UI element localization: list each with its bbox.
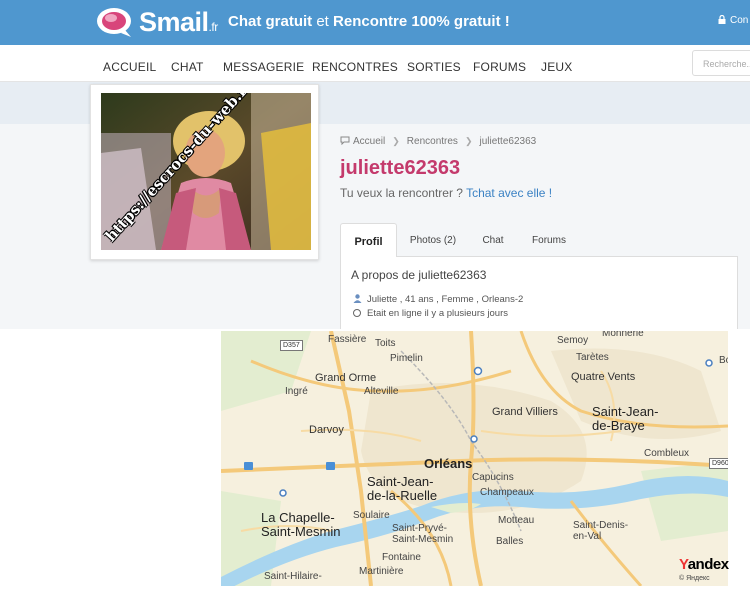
- breadcrumb-current: juliette62363: [479, 136, 537, 147]
- location-map[interactable]: D357 D960 Fassière Toits Pimelin Semoy M…: [221, 331, 728, 586]
- site-logo[interactable]: Smail.fr: [95, 4, 219, 40]
- top-header: Smail.fr Chat gratuit et Rencontre 100% …: [0, 0, 750, 45]
- map-label-monnerie: Monnerie: [602, 331, 644, 339]
- profile-photo[interactable]: https://escrocs-du-web.fr: [101, 93, 311, 250]
- profile-status-text: Etait en ligne il y a plusieurs jours: [367, 308, 508, 319]
- map-label-darvoy: Darvoy: [309, 424, 344, 436]
- login-label: Con: [730, 15, 749, 26]
- profile-photo-card: https://escrocs-du-web.fr: [90, 84, 319, 260]
- map-label-fassiere: Fassière: [328, 334, 367, 345]
- breadcrumb-home[interactable]: Accueil: [353, 136, 385, 147]
- map-label-grand-orme: Grand Orme: [315, 372, 377, 384]
- chevron-right-icon: ❯: [464, 136, 473, 146]
- map-label-capucins: Capucins: [472, 472, 514, 483]
- map-label-la-chapelle: La Chapelle- Saint-Mesmin: [261, 510, 341, 539]
- map-label-combleux: Combleux: [644, 448, 690, 459]
- map-label-fontaine: Fontaine: [382, 552, 421, 563]
- profile-details-text: Juliette , 41 ans , Femme , Orleans-2: [367, 294, 524, 305]
- profile-subtitle: Tu veux la rencontrer ? Tchat avec elle …: [340, 186, 552, 200]
- map-label-grand-villiers: Grand Villiers: [492, 406, 558, 418]
- chat-bubble-icon: [340, 136, 350, 146]
- map-label-saint-pryve: Saint-Pryvé- Saint-Mesmin: [392, 523, 454, 545]
- nav-chat[interactable]: CHAT: [171, 60, 204, 74]
- profile-status: Etait en ligne il y a plusieurs jours: [353, 308, 508, 319]
- logo-icon: [97, 8, 131, 37]
- logo-text: Smail: [139, 7, 209, 37]
- yandex-brand: Yandex: [679, 556, 729, 573]
- user-icon: [353, 294, 362, 303]
- nav-rencontres[interactable]: RENCONTRES: [312, 60, 398, 74]
- subtitle-text: Tu veux la rencontrer ?: [340, 186, 467, 200]
- status-circle-icon: [353, 309, 361, 317]
- breadcrumb-rencontres[interactable]: Rencontres: [407, 136, 458, 147]
- search-input[interactable]: Recherche...: [692, 50, 750, 76]
- map-label-saint-denis: Saint-Denis- en-Val: [573, 520, 629, 542]
- tagline-rencontre: Rencontre 100% gratuit !: [333, 13, 510, 30]
- nav-jeux[interactable]: JEUX: [541, 60, 572, 74]
- map-label-quatre-vents: Quatre Vents: [571, 371, 636, 383]
- tab-forums[interactable]: Forums: [525, 223, 573, 257]
- tagline-chat: Chat gratuit: [228, 13, 313, 30]
- main-nav: ACCUEIL CHAT MESSAGERIE RENCONTRES SORTI…: [0, 45, 750, 82]
- map-label-soulaire: Soulaire: [353, 510, 390, 521]
- map-label-saint-jean-de-la-ruelle: Saint-Jean- de-la-Ruelle: [367, 474, 438, 503]
- yandex-logo[interactable]: Yandex: [679, 556, 729, 573]
- nav-messagerie[interactable]: MESSAGERIE: [223, 60, 304, 74]
- map-label-orleans: Orléans: [424, 456, 473, 471]
- nav-sorties[interactable]: SORTIES: [407, 60, 461, 74]
- about-title: A propos de juliette62363: [351, 268, 487, 282]
- map-label-semoy: Semoy: [557, 335, 589, 346]
- map-label-taretes: Tarètes: [576, 352, 609, 363]
- profile-username: juliette62363: [340, 157, 461, 179]
- tab-profil[interactable]: Profil: [340, 223, 397, 258]
- map-label-ingre: Ingré: [285, 386, 308, 397]
- profile-panel: A propos de juliette62363 Juliette , 41 …: [340, 257, 738, 329]
- map-label-balles: Balles: [496, 536, 524, 547]
- map-label-toits: Toits: [375, 338, 396, 349]
- map-label-martiniere: Martinière: [359, 566, 404, 577]
- road-shield-d960: D960: [709, 458, 728, 469]
- profile-details: Juliette , 41 ans , Femme , Orleans-2: [353, 294, 523, 305]
- map-label-bo: Bo: [719, 355, 728, 366]
- login-link[interactable]: Con: [718, 14, 749, 26]
- map-label-alteville: Alteville: [364, 386, 399, 397]
- profile-tabs: Profil Photos (2) Chat Forums: [340, 223, 738, 258]
- tab-chat[interactable]: Chat: [472, 223, 514, 257]
- nav-forums[interactable]: FORUMS: [473, 60, 526, 74]
- tab-photos[interactable]: Photos (2): [404, 223, 462, 257]
- chevron-right-icon: ❯: [392, 136, 400, 146]
- nav-accueil[interactable]: ACCUEIL: [103, 60, 156, 74]
- road-shield-d357: D357: [280, 340, 303, 351]
- map-copyright: © Яндекс: [679, 575, 710, 582]
- breadcrumb: Accueil ❯ Rencontres ❯ juliette62363: [340, 136, 536, 147]
- logo-tld: .fr: [208, 20, 219, 34]
- lock-icon: [718, 14, 726, 24]
- map-label-saint-hilaire: Saint-Hilaire-: [264, 571, 322, 582]
- tagline-sep: et: [312, 13, 334, 30]
- map-label-champeaux: Champeaux: [480, 487, 534, 498]
- map-label-saint-jean-de-braye: Saint-Jean- de-Braye: [592, 404, 659, 433]
- map-label-pimelin: Pimelin: [390, 353, 423, 364]
- tagline: Chat gratuit et Rencontre 100% gratuit !: [228, 13, 510, 30]
- chat-link[interactable]: Tchat avec elle !: [466, 186, 552, 200]
- map-label-motteau: Motteau: [498, 515, 535, 526]
